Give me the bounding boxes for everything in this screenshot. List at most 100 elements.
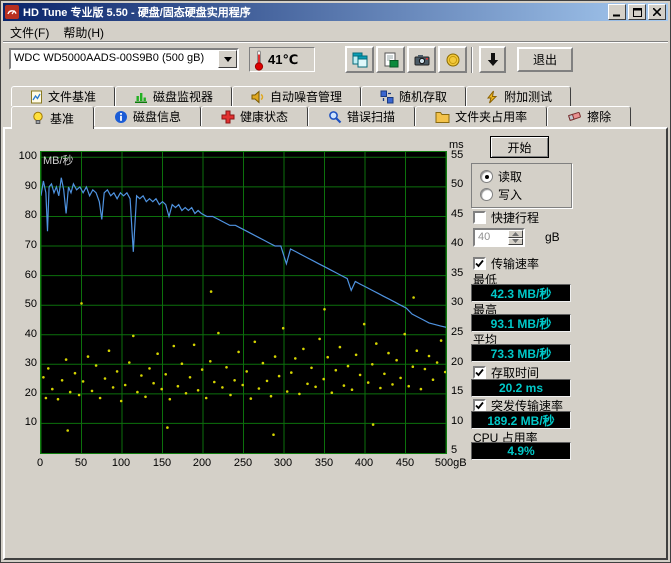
temperature-display: 41℃ bbox=[249, 47, 315, 72]
tab-extra-tests[interactable]: 附加测试 bbox=[466, 86, 572, 106]
tab-label: 基准 bbox=[50, 111, 75, 126]
stepper-up-button[interactable] bbox=[508, 230, 523, 238]
stepper-down-button[interactable] bbox=[508, 237, 523, 245]
info-icon bbox=[114, 110, 128, 124]
write-radio[interactable]: 写入 bbox=[480, 186, 522, 203]
radio-unselected-icon bbox=[480, 188, 493, 201]
benchmark-tab-content: MB/秒 ms 100 90 80 70 60 50 40 30 20 10 55 50 45 40 35… bbox=[3, 127, 668, 560]
file-benchmark-icon bbox=[30, 90, 43, 104]
toolbar-separator bbox=[471, 47, 473, 73]
y-left-tick: 80 bbox=[24, 209, 37, 221]
read-radio[interactable]: 读取 bbox=[480, 168, 522, 185]
minimize-button[interactable] bbox=[608, 4, 626, 20]
x-tick: 200 bbox=[192, 457, 212, 469]
maximize-icon bbox=[632, 7, 642, 17]
tab-error-scan[interactable]: 错误扫描 bbox=[308, 106, 416, 126]
y-left-tick: 50 bbox=[24, 298, 37, 310]
y-right-tick: 40 bbox=[451, 237, 464, 249]
y-right-tick: 35 bbox=[451, 267, 464, 279]
y-right-tick: 20 bbox=[451, 356, 464, 368]
tab-disk-monitor[interactable]: 磁盘监视器 bbox=[115, 86, 233, 106]
tab-label: 随机存取 bbox=[399, 90, 448, 104]
checkbox-checked-icon bbox=[473, 257, 486, 270]
y-left-tick: 20 bbox=[24, 387, 37, 399]
y-right-tick: 45 bbox=[451, 208, 464, 220]
tab-health[interactable]: 健康状态 bbox=[201, 106, 309, 126]
drive-select-dropdown-button[interactable] bbox=[218, 50, 237, 68]
read-radio-label: 读取 bbox=[498, 170, 523, 184]
thermometer-icon bbox=[254, 49, 264, 71]
coin-icon bbox=[446, 53, 459, 66]
health-cross-icon bbox=[221, 110, 235, 124]
tab-label: 错误扫描 bbox=[347, 110, 396, 124]
transfer-rate-checkbox[interactable]: 传输速率 bbox=[473, 255, 539, 272]
y-right-tick: 30 bbox=[451, 296, 464, 308]
close-button[interactable] bbox=[648, 4, 666, 20]
tab-file-benchmark[interactable]: 文件基准 bbox=[11, 86, 116, 106]
y-left-tick: 60 bbox=[24, 269, 37, 281]
y-left-tick: 100 bbox=[18, 150, 37, 162]
short-stroke-checkbox[interactable]: 快捷行程 bbox=[473, 209, 539, 226]
avg-transfer-value: 73.3 MB/秒 bbox=[471, 344, 571, 362]
menu-help[interactable]: 帮助(H) bbox=[56, 23, 111, 42]
y-left-tick: 90 bbox=[24, 180, 37, 192]
y-axis-left-labels: 100 90 80 70 60 50 40 30 20 10 bbox=[10, 150, 37, 454]
tab-folder-usage[interactable]: 文件夹占用率 bbox=[415, 106, 548, 126]
drive-select[interactable]: WDC WD5000AADS-00S9B0 (500 gB) bbox=[9, 48, 239, 70]
y-right-tick: 15 bbox=[451, 385, 464, 397]
drive-select-value: WDC WD5000AADS-00S9B0 (500 gB) bbox=[14, 52, 205, 64]
tab-label: 磁盘信息 bbox=[133, 110, 182, 124]
download-update-button[interactable] bbox=[479, 46, 506, 73]
x-tick: 0 bbox=[36, 457, 44, 469]
tab-label: 文件夹占用率 bbox=[455, 110, 528, 124]
folder-icon bbox=[435, 110, 450, 123]
y-right-tick: 10 bbox=[451, 415, 464, 427]
benchmark-plot-svg bbox=[41, 152, 446, 453]
y-right-tick: 25 bbox=[451, 326, 464, 338]
min-transfer-value: 42.3 MB/秒 bbox=[471, 284, 571, 302]
start-button[interactable]: 开始 bbox=[490, 136, 549, 158]
menu-file[interactable]: 文件(F) bbox=[3, 23, 56, 42]
write-radio-label: 写入 bbox=[498, 188, 523, 202]
exit-button[interactable]: 退出 bbox=[517, 47, 573, 72]
minimize-icon bbox=[613, 14, 620, 16]
cpu-usage-value: 4.9% bbox=[471, 442, 571, 460]
tab-row-primary: 基准 磁盘信息 健康状态 错误扫描 文件夹占用率 擦除 bbox=[11, 106, 632, 129]
y-left-tick: 70 bbox=[24, 239, 37, 251]
tab-benchmark[interactable]: 基准 bbox=[11, 106, 95, 129]
short-stroke-size-stepper[interactable]: 40 bbox=[473, 228, 525, 247]
y-right-tick: 55 bbox=[451, 149, 464, 161]
burst-rate-value: 189.2 MB/秒 bbox=[471, 411, 571, 429]
tab-label: 文件基准 bbox=[48, 90, 97, 104]
donate-button[interactable] bbox=[438, 46, 467, 73]
y-axis-left-unit: MB/秒 bbox=[43, 155, 74, 167]
chevron-down-icon bbox=[223, 56, 232, 62]
lightning-icon bbox=[485, 90, 499, 104]
screenshot-camera-button[interactable] bbox=[407, 46, 436, 73]
tab-erase[interactable]: 擦除 bbox=[547, 106, 632, 126]
save-screenshot-button[interactable] bbox=[376, 46, 405, 73]
random-access-icon bbox=[380, 90, 394, 104]
arrow-up-icon bbox=[512, 231, 519, 236]
window-title: HD Tune 专业版 5.50 - 硬盘/固态硬盘实用程序 bbox=[23, 7, 251, 19]
tab-random-access[interactable]: 随机存取 bbox=[361, 86, 467, 106]
temperature-value: 41℃ bbox=[268, 51, 299, 67]
tab-disk-info[interactable]: 磁盘信息 bbox=[94, 106, 202, 126]
tab-label: 磁盘监视器 bbox=[153, 90, 214, 104]
y-left-tick: 10 bbox=[24, 416, 37, 428]
short-stroke-label: 快捷行程 bbox=[491, 211, 540, 225]
eraser-icon bbox=[567, 110, 582, 123]
copy-screenshot-button[interactable] bbox=[345, 46, 374, 73]
y-left-tick: 40 bbox=[24, 328, 37, 340]
x-tick: 300 bbox=[273, 457, 293, 469]
y-right-tick: 5 bbox=[451, 444, 458, 456]
error-scan-icon bbox=[328, 110, 342, 124]
app-window: HD Tune 专业版 5.50 - 硬盘/固态硬盘实用程序 文件(F) 帮助(… bbox=[0, 0, 671, 563]
x-axis-labels: 0 50 100 150 200 250 300 350 400 450 500gB bbox=[36, 457, 467, 471]
close-icon bbox=[653, 8, 661, 16]
x-tick: 350 bbox=[314, 457, 334, 469]
tab-auto-acoustic-management[interactable]: 自动噪音管理 bbox=[232, 86, 362, 106]
maximize-button[interactable] bbox=[628, 4, 646, 20]
tab-label: 附加测试 bbox=[504, 90, 553, 104]
x-tick: 50 bbox=[74, 457, 88, 469]
